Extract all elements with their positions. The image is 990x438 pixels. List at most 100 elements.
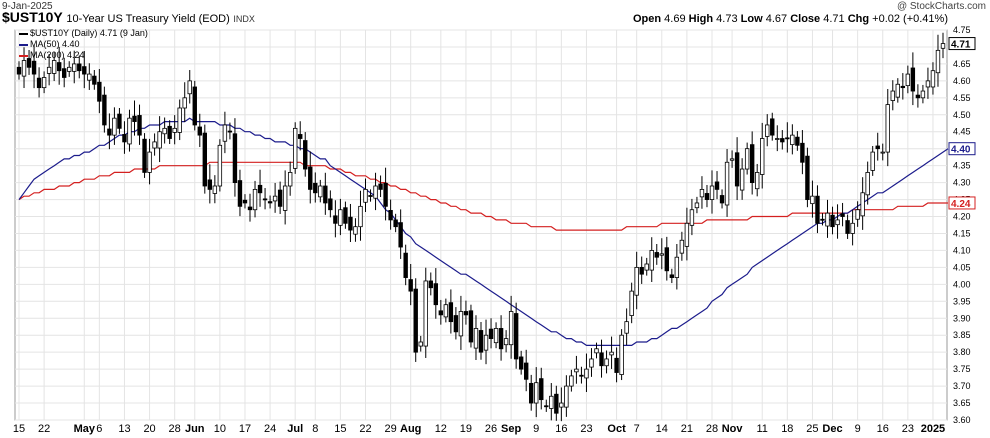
- y-tick-label: 3.85: [953, 330, 971, 340]
- y-tick-label: 4.35: [953, 161, 971, 171]
- candle-body: [363, 188, 368, 203]
- candle-body: [458, 311, 464, 337]
- x-tick-label: 16: [877, 423, 889, 435]
- candle-body: [694, 202, 700, 209]
- candle-body: [67, 66, 72, 72]
- x-tick-label: 6: [96, 423, 102, 435]
- last-value-label: 4.40: [951, 145, 971, 156]
- candle-body: [513, 313, 519, 360]
- candle-body: [323, 185, 328, 204]
- candle-body: [664, 247, 670, 272]
- candle-body: [72, 63, 77, 72]
- candle-body: [539, 378, 544, 401]
- price-chart[interactable]: 3.60 3.65 3.70 3.75 3.80 3.85 3.90 3.95 4.00 4.05…: [0, 0, 990, 438]
- x-tick-label: 21: [681, 423, 693, 435]
- x-tick-label: Jun: [185, 423, 205, 435]
- candle-body: [418, 341, 423, 347]
- candle-body: [719, 195, 725, 204]
- candle-body: [197, 126, 202, 136]
- candle-body: [689, 209, 695, 226]
- candle-body: [569, 375, 574, 387]
- candle-body: [328, 198, 333, 211]
- candle-body: [292, 127, 298, 169]
- candle-body: [282, 185, 288, 211]
- candle-body: [313, 182, 318, 194]
- plot-frame: [14, 29, 948, 421]
- candle-body: [770, 118, 775, 136]
- candle-body: [875, 145, 880, 150]
- x-tick-label: 18: [781, 423, 793, 435]
- candle-body: [523, 362, 529, 380]
- candle-body: [503, 338, 509, 346]
- y-tick-label: 4.05: [953, 262, 971, 272]
- candle-body: [594, 348, 599, 354]
- candle-body: [182, 97, 187, 109]
- candle-body: [287, 172, 293, 187]
- x-tick-label: 14: [656, 423, 668, 435]
- y-tick-label: 4.50: [953, 110, 971, 120]
- candle-body: [107, 128, 112, 136]
- candle-body: [227, 130, 233, 133]
- x-tick-label: 26: [485, 423, 497, 435]
- candle-body: [800, 142, 805, 163]
- candle-body: [82, 66, 87, 75]
- candle-body: [544, 405, 549, 408]
- y-tick-label: 3.75: [953, 364, 971, 374]
- candle-body: [127, 117, 132, 145]
- candle-body: [61, 68, 67, 78]
- candle-body: [855, 209, 860, 220]
- y-tick-label: 3.90: [953, 313, 971, 323]
- candle-body: [383, 182, 388, 207]
- candle-body: [192, 86, 197, 126]
- x-tick-label: 11: [757, 423, 768, 435]
- candle-body: [132, 115, 137, 122]
- candle-body: [122, 134, 127, 143]
- candle-body: [815, 195, 820, 224]
- y-tick-label: 3.80: [953, 347, 971, 357]
- candle-body: [222, 124, 228, 142]
- candle-body: [644, 263, 649, 271]
- candle-body: [272, 195, 278, 202]
- candle-body: [765, 124, 770, 137]
- x-tick-label: Jul: [287, 423, 303, 435]
- candle-body: [423, 280, 428, 347]
- y-tick-label: 3.70: [953, 381, 971, 391]
- candle-body: [805, 155, 810, 200]
- candle-body: [247, 206, 253, 211]
- y-tick-label: 4.10: [953, 245, 971, 255]
- x-tick-label: Aug: [400, 423, 421, 435]
- y-tick-label: 4.75: [953, 25, 971, 35]
- x-tick-label: 25: [806, 423, 818, 435]
- candle-body: [508, 311, 514, 346]
- candle-body: [850, 222, 855, 234]
- candle-body: [433, 283, 439, 306]
- candle-body: [257, 184, 263, 194]
- candle-body: [16, 66, 22, 75]
- candle-body: [930, 70, 936, 88]
- candle-body: [36, 77, 42, 89]
- candle-body: [493, 328, 499, 344]
- candle-body: [714, 181, 720, 190]
- candle-body: [900, 85, 906, 89]
- x-tick-label: May: [74, 423, 96, 435]
- x-tick-label: 9: [533, 423, 539, 435]
- candle-body: [760, 138, 765, 175]
- candle-body: [338, 209, 343, 226]
- candle-body: [940, 43, 946, 49]
- candle-body: [298, 134, 303, 139]
- candle-body: [639, 266, 644, 275]
- candle-body: [388, 210, 393, 221]
- candle-body: [463, 311, 469, 316]
- candle-body: [920, 90, 926, 99]
- candle-body: [790, 134, 795, 146]
- candle-body: [890, 90, 895, 101]
- candle-body: [177, 107, 182, 133]
- candle-body: [403, 252, 408, 278]
- candle-body: [654, 252, 659, 258]
- last-value-label: 4.71: [951, 40, 971, 51]
- candle-body: [935, 49, 941, 74]
- candle-body: [438, 310, 444, 316]
- candle-body: [835, 219, 840, 226]
- y-tick-label: 4.45: [953, 127, 971, 137]
- y-tick-label: 4.00: [953, 279, 971, 289]
